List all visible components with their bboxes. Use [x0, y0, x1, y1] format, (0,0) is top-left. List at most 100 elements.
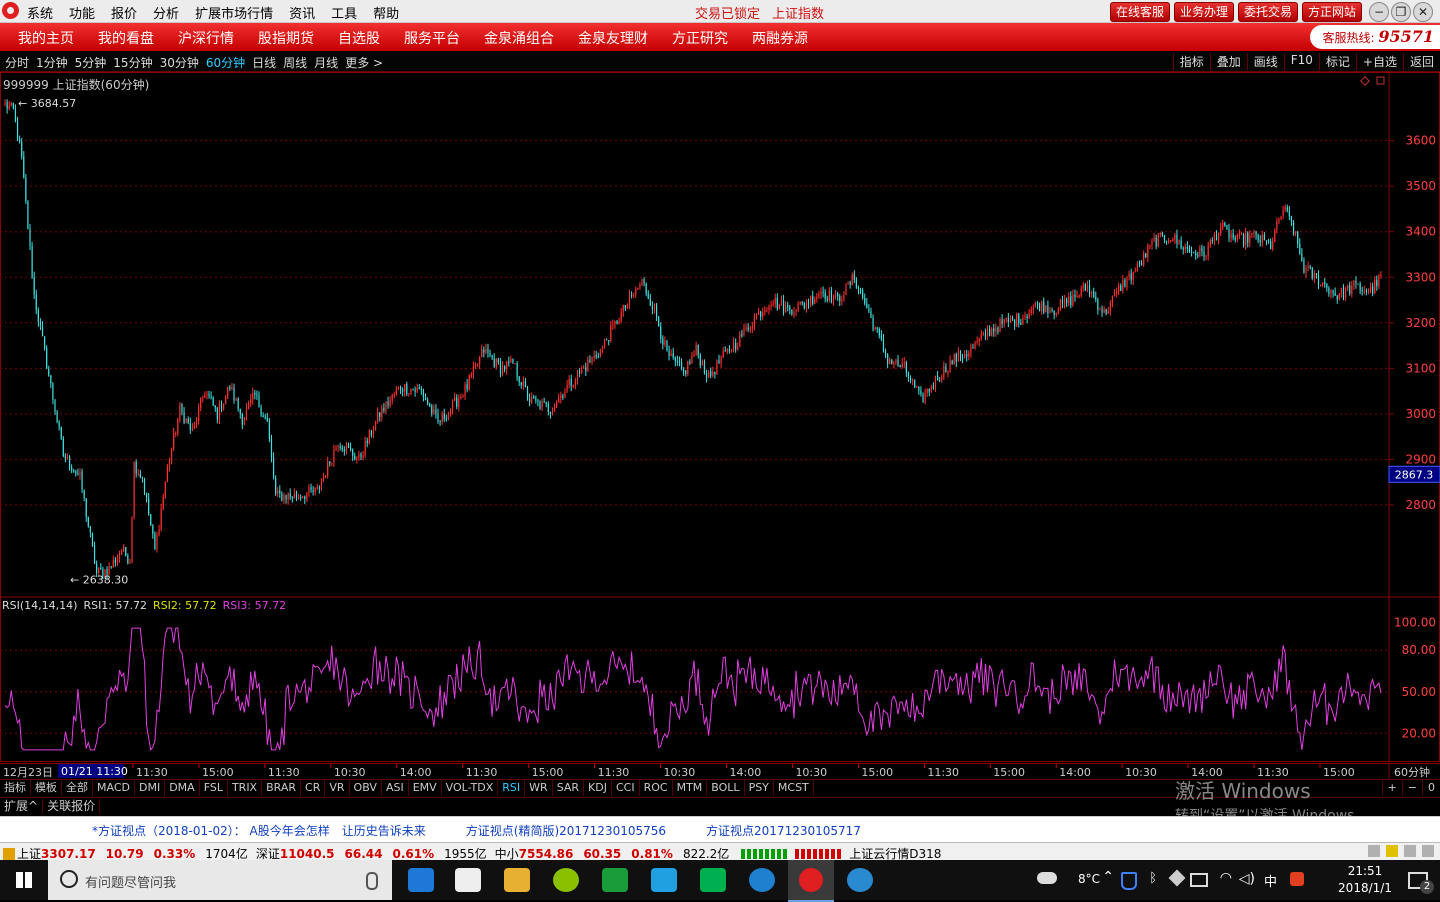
menu-item[interactable]: 报价	[111, 3, 137, 22]
indicator-tab[interactable]: BRAR	[262, 780, 302, 796]
status-tool-icon[interactable]	[1404, 845, 1416, 857]
iqiyi-icon[interactable]	[700, 868, 726, 892]
zoom-button[interactable]: −	[1401, 780, 1422, 796]
indicator-tab[interactable]: SAR	[553, 780, 585, 796]
nav-tab[interactable]: 方正研究	[672, 28, 728, 48]
kline-chart-svg[interactable]: 2800 2900 3000 3100 3200 3300 3400 3500 3600 20.0…	[0, 72, 1440, 762]
zoom-button[interactable]: +	[1381, 780, 1402, 796]
taskbar-search-box[interactable]: 有问题尽管问我	[48, 860, 392, 900]
nav-tab[interactable]: 沪深行情	[178, 28, 234, 48]
close-icon[interactable]: ✕	[1413, 2, 1433, 22]
minimize-icon[interactable]: −	[1369, 2, 1389, 22]
hotline-badge[interactable]: 客服热线: 95571	[1310, 25, 1440, 49]
trade-lock-status[interactable]: 交易已锁定	[695, 3, 760, 22]
extension-tab[interactable]: 扩展^	[0, 799, 44, 813]
edge-browser-icon[interactable]	[408, 868, 434, 892]
app-icon[interactable]	[847, 868, 873, 892]
indicator-tab[interactable]: FSL	[200, 780, 228, 796]
chevron-up-icon[interactable]: ⌃	[1102, 869, 1114, 885]
nav-tab[interactable]: 我的看盘	[98, 28, 154, 48]
indicator-group-tab[interactable]: 指标	[0, 780, 31, 796]
candlestick-series[interactable]	[4, 99, 1382, 580]
menu-item[interactable]: 功能	[69, 3, 95, 22]
nav-tab[interactable]: 自选股	[338, 28, 380, 48]
volume-icon[interactable]: ◁)	[1239, 871, 1255, 887]
zoom-button[interactable]: 0	[1422, 780, 1440, 796]
shield-icon[interactable]	[1121, 872, 1137, 890]
indicator-group-tab[interactable]: 全部	[62, 780, 93, 796]
weather-temp[interactable]: 8°C	[1078, 872, 1100, 886]
windows-start-icon[interactable]	[16, 872, 32, 888]
restore-panel-icon[interactable]	[1376, 76, 1385, 85]
ime-indicator[interactable]: 中	[1264, 871, 1277, 890]
axis-period-label[interactable]: 60分钟	[1394, 765, 1430, 779]
draw-marker-icon[interactable]	[1360, 76, 1370, 86]
indicator-tab[interactable]: ASI	[382, 780, 409, 796]
news-item[interactable]: 方证视点(精简版)20171230105756	[466, 822, 666, 839]
chart-tool-button[interactable]: 标记	[1318, 53, 1356, 70]
menu-item[interactable]: 系统	[27, 3, 53, 22]
top-action-button[interactable]: 方正网站	[1302, 2, 1363, 22]
indicator-tab[interactable]: VOL-TDX	[442, 780, 499, 796]
file-explorer-icon[interactable]	[504, 868, 530, 892]
app-tray-icon[interactable]	[1290, 872, 1304, 886]
app-icon[interactable]	[602, 868, 628, 892]
indicator-tab[interactable]: ROC	[640, 780, 673, 796]
maximize-icon[interactable]: ❐	[1391, 2, 1411, 22]
indicator-tab[interactable]: RSI	[498, 780, 526, 796]
period-tab[interactable]: 1分钟	[36, 54, 68, 71]
store-icon[interactable]	[455, 868, 481, 892]
indicator-tab[interactable]: MCST	[774, 780, 814, 796]
indicator-tab[interactable]: BOLL	[707, 780, 745, 796]
chart-tool-button[interactable]: 返回	[1402, 53, 1440, 70]
top-action-button[interactable]: 在线客服	[1110, 2, 1171, 22]
indicator-tab[interactable]: WR	[525, 780, 553, 796]
bluetooth-icon[interactable]: ᛒ	[1149, 871, 1157, 886]
period-tab[interactable]: 15分钟	[113, 54, 152, 71]
status-tool-icon[interactable]	[1386, 845, 1398, 857]
period-tab[interactable]: 月线	[314, 54, 338, 71]
indicator-tab[interactable]: KDJ	[584, 780, 612, 796]
app-icon[interactable]	[553, 868, 579, 892]
period-tab[interactable]: 30分钟	[160, 54, 199, 71]
rsi-line[interactable]	[4, 627, 1382, 752]
kline-chart-area[interactable]: 2800 2900 3000 3100 3200 3300 3400 3500 3600 20.0…	[0, 72, 1440, 762]
indicator-tab[interactable]: PSY	[745, 780, 774, 796]
internet-explorer-icon[interactable]	[749, 868, 775, 892]
menu-item[interactable]: 帮助	[373, 3, 399, 22]
nav-tab[interactable]: 股指期货	[258, 28, 314, 48]
status-tool-icon[interactable]	[1368, 845, 1380, 857]
menu-item[interactable]: 分析	[153, 3, 179, 22]
chart-tool-button[interactable]: 画线	[1246, 53, 1284, 70]
network-icon[interactable]: ◠	[1220, 870, 1232, 886]
nav-tab[interactable]: 金泉友理财	[578, 28, 648, 48]
weather-cloud-icon[interactable]	[1037, 872, 1057, 884]
news-item[interactable]: 方证视点20171230105717	[706, 822, 861, 839]
chart-tool-button[interactable]: F10	[1283, 53, 1319, 70]
founder-app-taskbar-button[interactable]	[788, 860, 834, 902]
chart-tool-button[interactable]: 叠加	[1209, 53, 1247, 70]
battery-icon[interactable]	[1190, 873, 1208, 887]
nav-tab[interactable]: 金泉涌组合	[484, 28, 554, 48]
related-quotes-tab[interactable]: 关联报价	[43, 799, 101, 813]
indicator-tab[interactable]: EMV	[409, 780, 442, 796]
menu-item[interactable]: 扩展市场行情	[195, 3, 273, 22]
menu-item[interactable]: 资讯	[289, 3, 315, 22]
nav-tab[interactable]: 我的主页	[18, 28, 74, 48]
chart-tool-button[interactable]: 指标	[1172, 53, 1210, 70]
microphone-icon[interactable]	[366, 872, 378, 890]
status-tool-icon[interactable]	[1422, 845, 1434, 857]
indicator-tab[interactable]: TRIX	[228, 780, 263, 796]
period-tab[interactable]: 60分钟	[206, 54, 245, 71]
indicator-tab[interactable]: MACD	[93, 780, 135, 796]
top-action-button[interactable]: 业务办理	[1174, 2, 1235, 22]
period-tab[interactable]: 5分钟	[75, 54, 107, 71]
period-tab[interactable]: 周线	[283, 54, 307, 71]
indicator-tab[interactable]: CR	[301, 780, 326, 796]
video-player-icon[interactable]	[651, 868, 677, 892]
period-tab[interactable]: 更多 >	[345, 54, 383, 71]
app-tray-icon[interactable]	[1168, 869, 1186, 887]
period-tab[interactable]: 分时	[5, 54, 29, 71]
period-tab[interactable]: 日线	[252, 54, 276, 71]
indicator-tab[interactable]: DMA	[165, 780, 200, 796]
